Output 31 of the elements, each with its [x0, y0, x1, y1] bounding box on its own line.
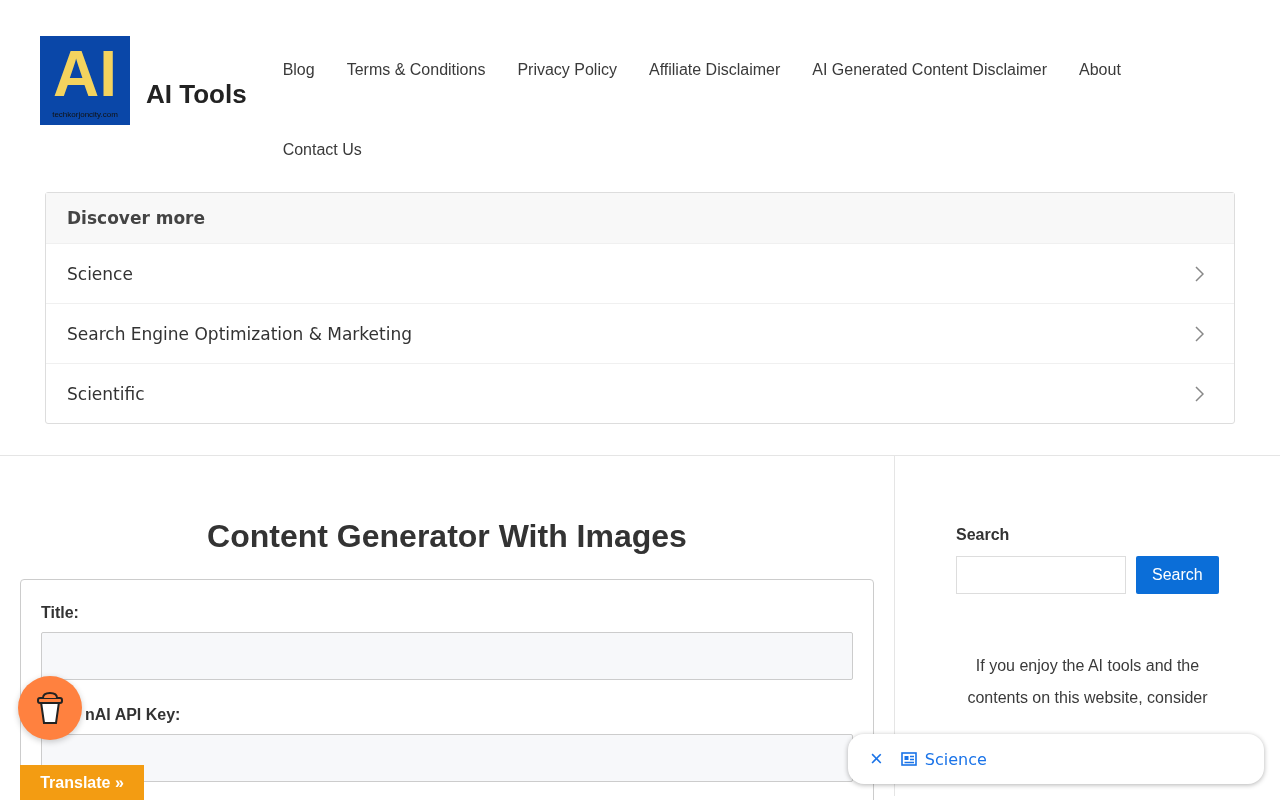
discover-item[interactable]: Search Engine Optimization & Marketing [46, 303, 1234, 363]
nav-link[interactable]: Privacy Policy [517, 30, 617, 110]
page-heading: Content Generator With Images [206, 518, 688, 555]
logo-text: AI [53, 42, 117, 106]
nav-link[interactable]: AI Generated Content Disclaimer [812, 30, 1048, 110]
close-button[interactable]: × [870, 748, 883, 770]
field-label: Title: [41, 604, 80, 622]
field-label: nAI API Key: [85, 706, 181, 724]
search-button[interactable]: Search [1136, 556, 1219, 594]
topic-link[interactable]: Science [900, 749, 987, 769]
chevron-right-icon [1194, 265, 1204, 282]
nav-link[interactable]: Blog [282, 30, 315, 110]
article-icon [900, 752, 917, 766]
discover-item[interactable]: Scientific [46, 363, 1234, 423]
input-field[interactable] [41, 632, 853, 680]
search-field[interactable] [956, 556, 1126, 594]
discover-item[interactable]: Science [46, 243, 1234, 303]
chevron-right-icon [1194, 325, 1204, 342]
site-logo[interactable]: AI techkorjoncity.com [40, 36, 130, 125]
search-label: Search [956, 526, 1011, 544]
nav-link[interactable]: About [1079, 30, 1121, 110]
support-message: If you enjoy the AI tools and the contents on this website, consider [966, 656, 1209, 708]
nav-link[interactable]: Affiliate Disclaimer [648, 30, 781, 110]
logo-caption: techkorjoncity.com [52, 110, 118, 119]
discover-heading: Discover more [46, 193, 1234, 243]
site-title[interactable]: AI Tools [146, 78, 247, 110]
chevron-right-icon [1194, 385, 1204, 402]
nav-link[interactable]: Contact Us [282, 110, 362, 190]
coffee-button[interactable] [18, 676, 82, 740]
nav-link[interactable]: Terms & Conditions [346, 30, 486, 110]
coffee-cup-icon [35, 690, 65, 726]
